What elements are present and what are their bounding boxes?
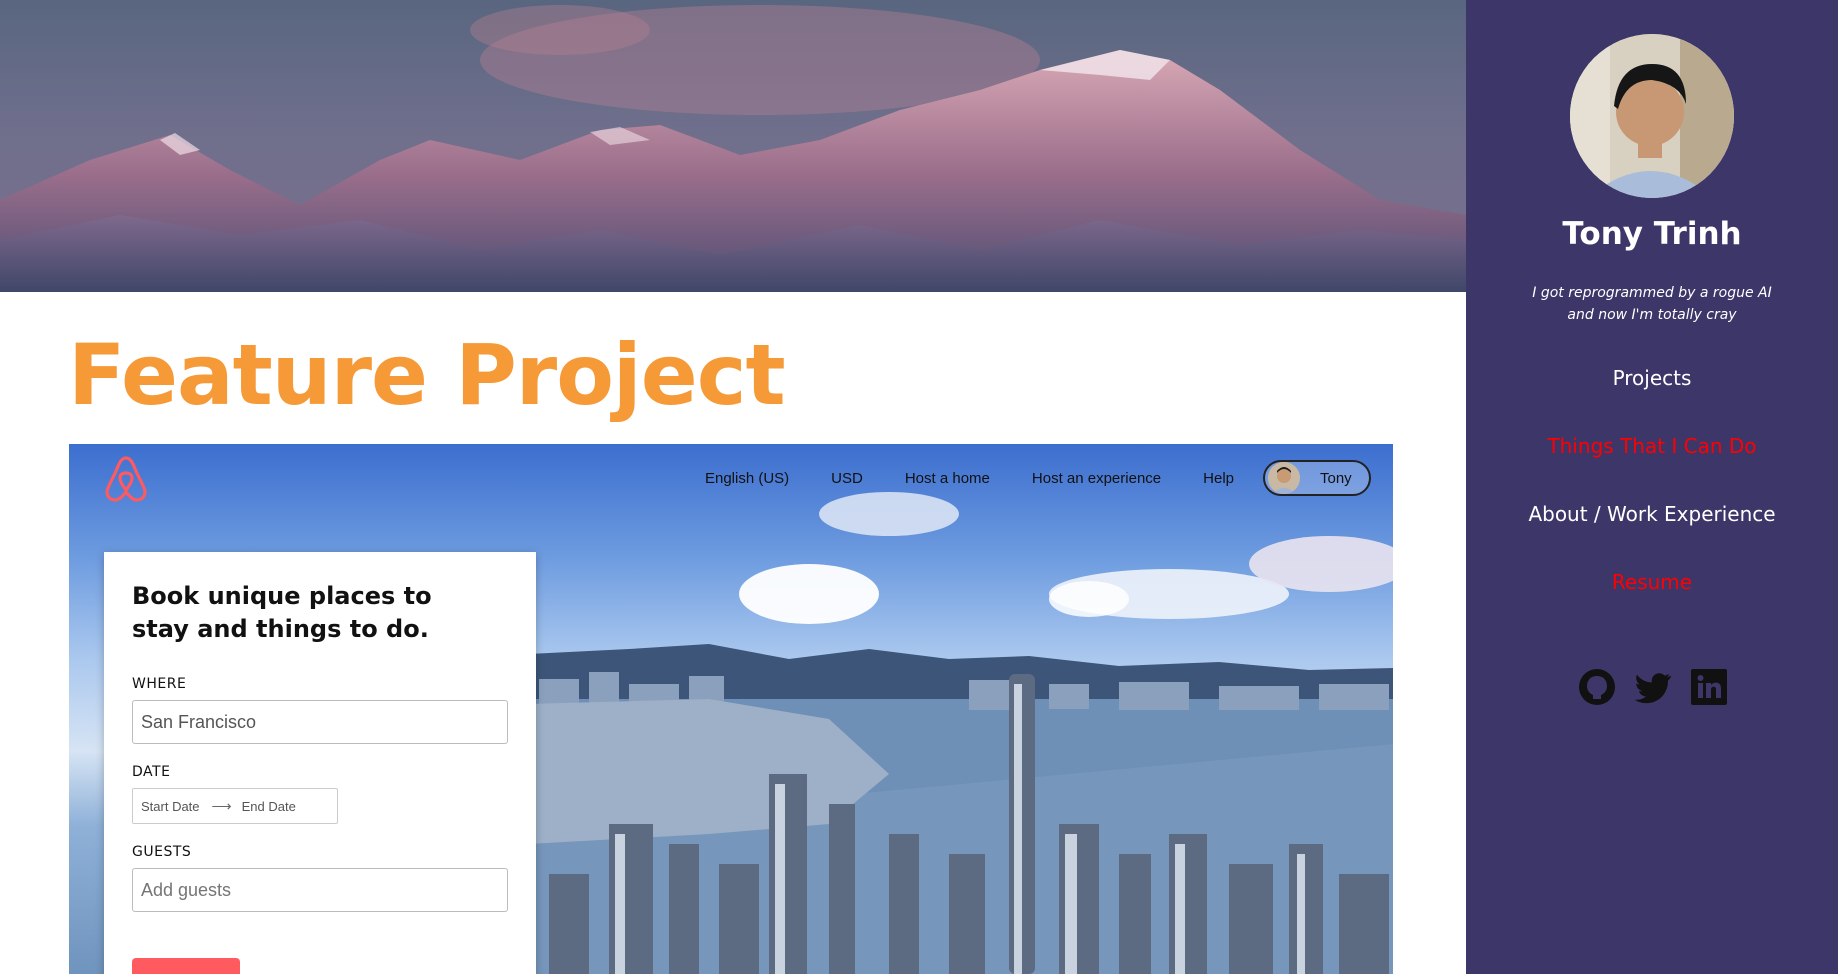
- nav-language[interactable]: English (US): [705, 470, 789, 487]
- profile-tagline: I got reprogrammed by a rogue AI and now…: [1532, 285, 1772, 323]
- nav-resume[interactable]: Resume: [1466, 570, 1838, 594]
- nav-about[interactable]: About / Work Experience: [1466, 502, 1838, 526]
- nav-skills[interactable]: Things That I Can Do: [1466, 434, 1838, 458]
- guests-label: GUESTS: [132, 844, 192, 860]
- date-range-picker[interactable]: Start Date ⟶ End Date: [132, 788, 338, 824]
- social-links: [1578, 668, 1728, 706]
- start-date-input[interactable]: Start Date: [141, 799, 200, 814]
- guests-input[interactable]: [132, 868, 508, 912]
- airbnb-logo-icon[interactable]: [103, 454, 149, 502]
- linkedin-icon[interactable]: [1690, 668, 1728, 706]
- booking-heading: Book unique places to stay and things to…: [132, 582, 432, 643]
- nav-projects[interactable]: Projects: [1466, 366, 1838, 390]
- feature-project-screenshot[interactable]: English (US) USD Host a home Host an exp…: [69, 444, 1393, 974]
- nav-help[interactable]: Help: [1203, 470, 1234, 487]
- profile-name: Tony Trinh: [1562, 216, 1742, 252]
- where-input[interactable]: [132, 700, 508, 744]
- hero-banner: [0, 0, 1466, 292]
- profile-avatar: [1570, 34, 1734, 198]
- booking-card: Book unique places to stay and things to…: [104, 552, 536, 974]
- end-date-input[interactable]: End Date: [242, 799, 296, 814]
- sidebar: Tony Trinh I got reprogrammed by a rogue…: [1466, 0, 1838, 974]
- twitter-icon[interactable]: [1634, 668, 1672, 706]
- date-label: DATE: [132, 764, 171, 780]
- github-icon[interactable]: [1578, 668, 1616, 706]
- nav-currency[interactable]: USD: [831, 470, 863, 487]
- page-title: Feature Project: [68, 326, 786, 424]
- nav-host-experience[interactable]: Host an experience: [1032, 470, 1161, 487]
- where-label: WHERE: [132, 676, 187, 692]
- user-name: Tony: [1320, 469, 1352, 487]
- nav-host-home[interactable]: Host a home: [905, 470, 990, 487]
- user-menu-button[interactable]: Tony: [1263, 460, 1371, 496]
- airbnb-nav: English (US) USD Host a home Host an exp…: [684, 460, 1371, 496]
- search-button[interactable]: [132, 958, 240, 974]
- arrow-right-icon: ⟶: [211, 797, 232, 814]
- user-avatar: [1268, 462, 1300, 494]
- mountain-image: [0, 5, 1466, 292]
